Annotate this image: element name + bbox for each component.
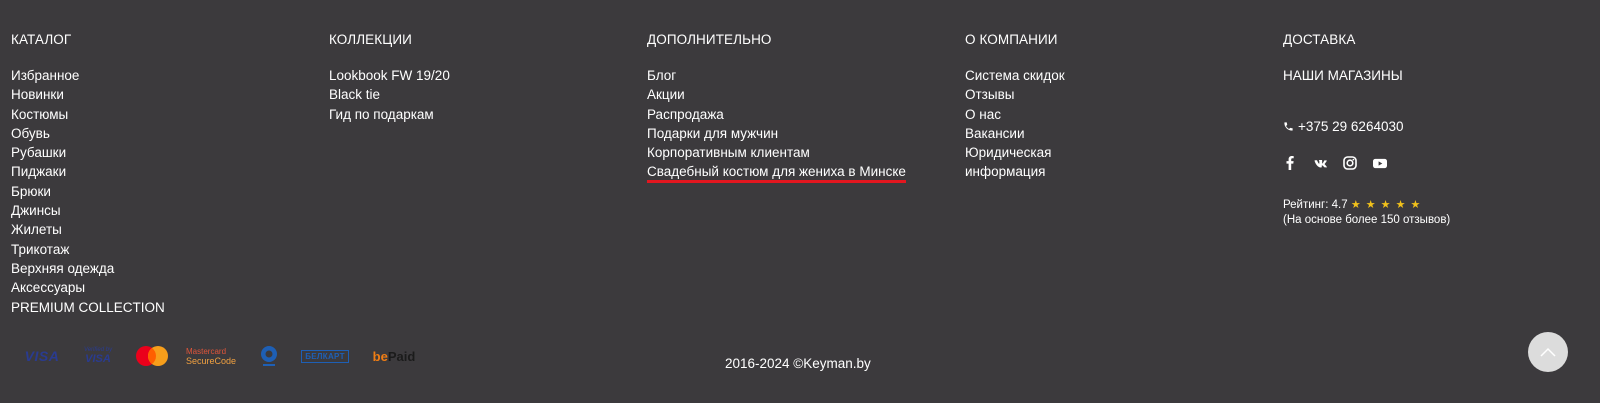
mc-securecode-top: Mastercard	[186, 346, 227, 356]
extra-list: Блог Акции Распродажа Подарки для мужчин…	[647, 66, 906, 184]
extra-link-promotions[interactable]: Акции	[647, 87, 685, 102]
extra-link-gifts-for-men[interactable]: Подарки для мужчин	[647, 126, 778, 141]
catalog-link-outerwear[interactable]: Верхняя одежда	[11, 261, 114, 276]
belkart-emblem-logo	[257, 344, 281, 368]
chevron-up-icon	[1540, 347, 1556, 357]
collections-link-gift-guide[interactable]: Гид по подаркам	[329, 107, 434, 122]
phone-number[interactable]: +375 29 6264030	[1298, 119, 1403, 134]
collections-link-black-tie[interactable]: Black tie	[329, 87, 380, 102]
extra-column: ДОПОЛНИТЕЛЬНО Блог Акции Распродажа Пода…	[647, 30, 906, 184]
catalog-link-accessories[interactable]: Аксессуары	[11, 280, 85, 295]
catalog-link-vests[interactable]: Жилеты	[11, 222, 62, 237]
catalog-link-shirts[interactable]: Рубашки	[11, 145, 66, 160]
catalog-link-new[interactable]: Новинки	[11, 87, 64, 102]
rating-label: Рейтинг: 4.7	[1283, 199, 1348, 211]
rating-stars: ★ ★ ★ ★ ★	[1350, 199, 1422, 211]
company-link-discounts[interactable]: Система скидок	[965, 68, 1065, 83]
rating-note: (На основе более 150 отзывов)	[1283, 214, 1451, 226]
extra-link-sale[interactable]: Распродажа	[647, 107, 724, 122]
company-link-legal[interactable]: Юридическая	[965, 145, 1051, 160]
collections-column: КОЛЛЕКЦИИ Lookbook FW 19/20 Black tie Ги…	[329, 30, 450, 124]
catalog-heading: КАТАЛОГ	[11, 32, 72, 47]
bepaid-paid: Paid	[387, 348, 416, 364]
social-links	[1283, 156, 1450, 170]
belkart-logo: БЕЛКАРТ	[297, 344, 353, 368]
collections-link-lookbook[interactable]: Lookbook FW 19/20	[329, 68, 450, 83]
stores-link[interactable]: НАШИ МАГАЗИНЫ	[1283, 66, 1450, 85]
verified-visa-text: VISA	[85, 353, 111, 365]
catalog-link-shoes[interactable]: Обувь	[11, 126, 50, 141]
phone-row[interactable]: +375 29 6264030	[1283, 119, 1450, 134]
extra-link-wedding-suit[interactable]: Свадебный костюм для жениха в Минске	[647, 164, 906, 184]
collections-list: Lookbook FW 19/20 Black tie Гид по подар…	[329, 66, 450, 124]
catalog-list: Избранное Новинки Костюмы Обувь Рубашки …	[11, 66, 165, 317]
payment-logos: VISA Verified by VISA Mastercard SecureC…	[22, 344, 435, 368]
company-link-reviews[interactable]: Отзывы	[965, 87, 1014, 102]
facebook-icon[interactable]	[1283, 156, 1297, 170]
collections-heading: КОЛЛЕКЦИИ	[329, 32, 412, 47]
mastercard-logo	[134, 344, 170, 368]
delivery-column: ДОСТАВКА НАШИ МАГАЗИНЫ +375 29 6264030 Р…	[1283, 30, 1450, 228]
mastercard-securecode-logo: Mastercard SecureCode	[186, 344, 241, 368]
catalog-link-jeans[interactable]: Джинсы	[11, 203, 61, 218]
rating-block: Рейтинг: 4.7 ★ ★ ★ ★ ★ (На основе более …	[1283, 198, 1450, 228]
scroll-to-top-button[interactable]	[1528, 332, 1568, 372]
company-heading: О КОМПАНИИ	[965, 32, 1058, 47]
copyright-text: 2016-2024 ©Keyman.by	[725, 356, 871, 371]
delivery-heading[interactable]: ДОСТАВКА	[1283, 30, 1450, 49]
vk-icon[interactable]	[1313, 156, 1327, 170]
belkart-text: БЕЛКАРТ	[301, 349, 349, 363]
mc-securecode-bottom: SecureCode	[186, 355, 237, 366]
company-link-legal-info[interactable]: информация	[965, 164, 1046, 179]
extra-link-blog[interactable]: Блог	[647, 68, 676, 83]
verified-by-visa-logo: Verified by VISA	[78, 344, 118, 368]
visa-logo: VISA	[22, 344, 62, 368]
visa-logo-text: VISA	[24, 348, 60, 364]
catalog-column: КАТАЛОГ Избранное Новинки Костюмы Обувь …	[11, 30, 165, 317]
bepaid-be: be	[372, 348, 388, 364]
catalog-link-favorites[interactable]: Избранное	[11, 68, 79, 83]
catalog-link-jackets[interactable]: Пиджаки	[11, 164, 66, 179]
extra-link-corporate[interactable]: Корпоративным клиентам	[647, 145, 810, 160]
phone-icon	[1283, 121, 1294, 132]
company-link-about[interactable]: О нас	[965, 107, 1001, 122]
extra-heading: ДОПОЛНИТЕЛЬНО	[647, 32, 772, 47]
company-column: О КОМПАНИИ Система скидок Отзывы О нас В…	[965, 30, 1065, 182]
catalog-link-premium[interactable]: PREMIUM COLLECTION	[11, 300, 165, 315]
instagram-icon[interactable]	[1343, 156, 1357, 170]
bepaid-logo: be Paid	[369, 344, 419, 368]
catalog-link-suits[interactable]: Костюмы	[11, 107, 68, 122]
company-link-vacancies[interactable]: Вакансии	[965, 126, 1025, 141]
catalog-link-trousers[interactable]: Брюки	[11, 184, 51, 199]
catalog-link-knitwear[interactable]: Трикотаж	[11, 242, 69, 257]
youtube-icon[interactable]	[1373, 156, 1387, 170]
company-list: Система скидок Отзывы О нас Вакансии Юри…	[965, 66, 1065, 182]
